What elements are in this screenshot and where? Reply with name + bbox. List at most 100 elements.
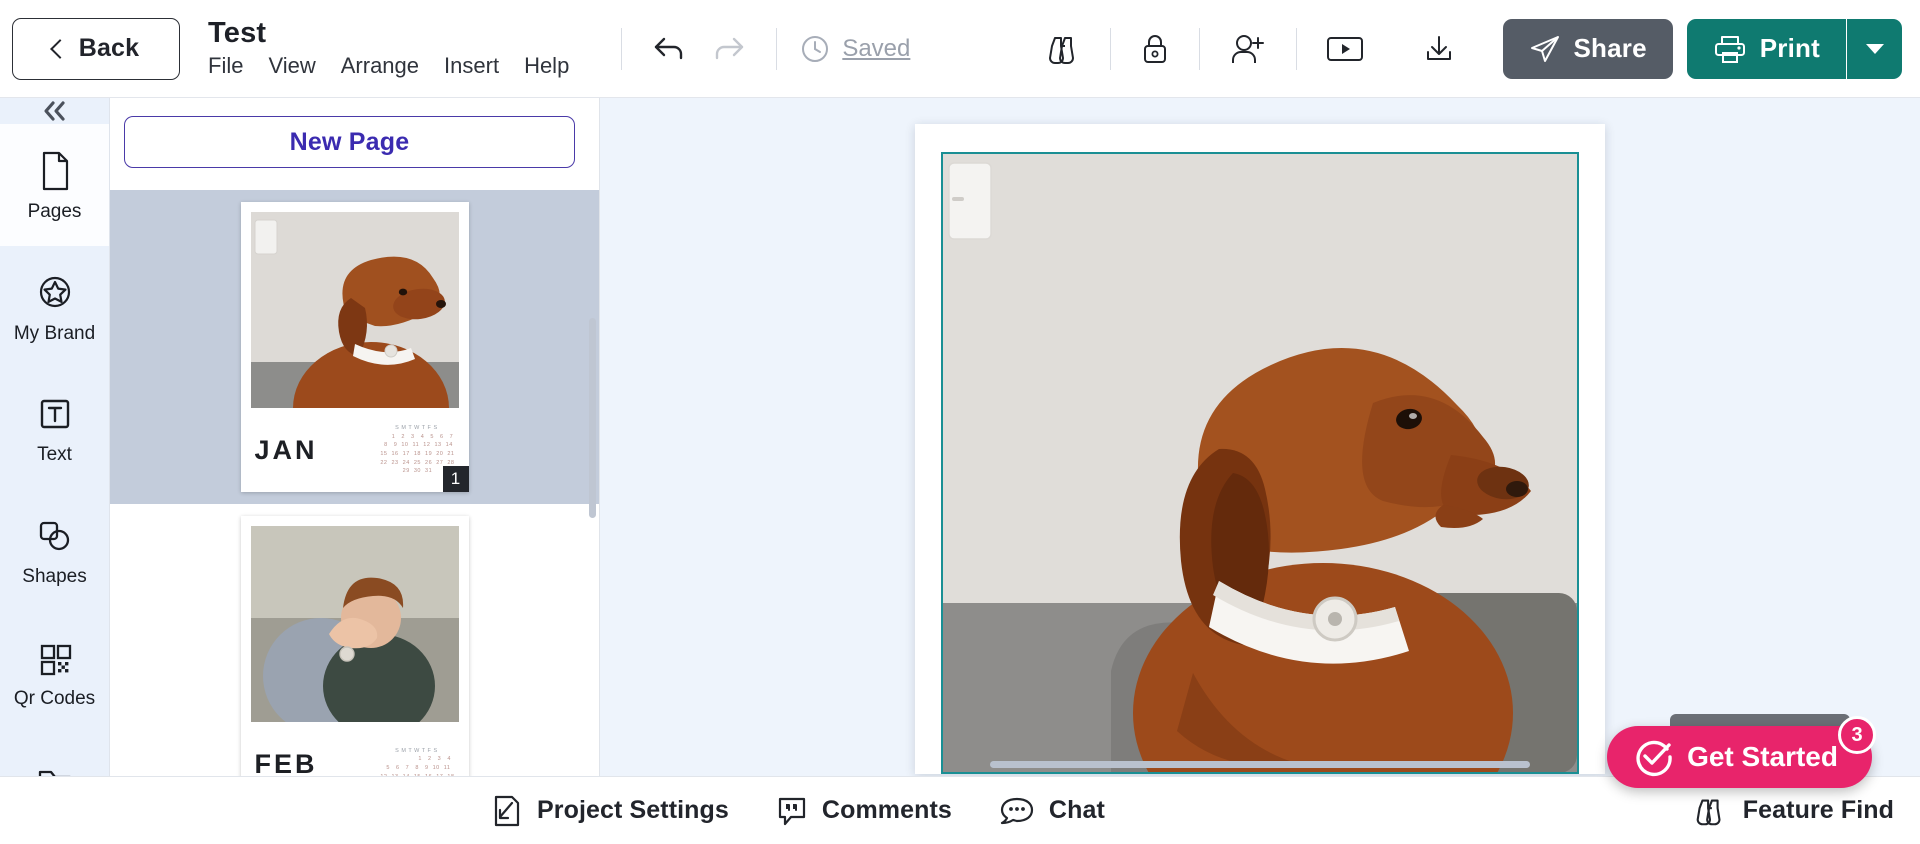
video-button[interactable] bbox=[1297, 31, 1393, 67]
pages-panel: New Page bbox=[110, 98, 600, 776]
folder-icon bbox=[33, 762, 77, 776]
thumbnail-month-label: JAN bbox=[255, 435, 318, 466]
feature-find-button[interactable]: Feature Find bbox=[1690, 793, 1894, 829]
sidebar-item-shapes[interactable]: Shapes bbox=[0, 490, 109, 612]
menu-item-file[interactable]: File bbox=[208, 53, 243, 79]
main-body: Pages My Brand Text bbox=[0, 98, 1920, 776]
add-user-button[interactable] bbox=[1200, 30, 1296, 68]
mini-calendar-week: 15 16 17 18 19 20 21 bbox=[378, 450, 454, 459]
feature-find-label: Feature Find bbox=[1743, 796, 1894, 825]
thumbnail-calendar-feb: FEB S M T W T F S 1 2 3 4 5 6 7 8 9 10 1… bbox=[241, 722, 469, 776]
redo-arrow-icon bbox=[708, 32, 748, 66]
back-button-label: Back bbox=[79, 34, 140, 63]
top-toolbar: Back Test File View Arrange Insert Help bbox=[0, 0, 1920, 98]
selected-image-frame[interactable] bbox=[941, 152, 1579, 774]
mini-calendar-week: 8 9 10 11 12 13 14 bbox=[378, 441, 454, 450]
mini-calendar-grid: S M T W T F S 1 2 3 4 5 6 7 8 9 10 11 12… bbox=[378, 747, 454, 776]
menu-item-insert[interactable]: Insert bbox=[444, 53, 499, 79]
undo-redo-group bbox=[644, 26, 754, 72]
canvas-horizontal-scrollbar[interactable] bbox=[990, 761, 1530, 768]
preview-button[interactable] bbox=[1016, 30, 1110, 68]
bottom-bar-right: Feature Find bbox=[1690, 793, 1894, 829]
star-circle-icon bbox=[33, 271, 77, 315]
sidebar-item-label-text: Text bbox=[37, 445, 72, 464]
page-icon bbox=[36, 149, 74, 193]
save-status[interactable]: Saved bbox=[799, 33, 910, 65]
project-settings-button[interactable]: Project Settings bbox=[490, 793, 729, 829]
toolbar-tools bbox=[1016, 28, 1485, 70]
lock-button[interactable] bbox=[1111, 29, 1199, 69]
undo-arrow-icon bbox=[650, 32, 690, 66]
add-user-icon bbox=[1226, 30, 1270, 68]
print-button[interactable]: Print bbox=[1687, 19, 1846, 79]
get-started-button[interactable]: Get Started 3 bbox=[1607, 726, 1872, 788]
page-thumbnail-jan[interactable]: JAN S M T W T F S 1 2 3 4 5 6 7 8 9 10 1… bbox=[241, 202, 469, 492]
printer-icon bbox=[1713, 33, 1747, 65]
chevron-left-icon bbox=[50, 39, 70, 59]
thumbnail-calendar-jan: JAN S M T W T F S 1 2 3 4 5 6 7 8 9 10 1… bbox=[241, 408, 469, 492]
menu-item-help[interactable]: Help bbox=[524, 53, 569, 79]
share-button[interactable]: Share bbox=[1503, 19, 1673, 79]
comments-button[interactable]: Comments bbox=[775, 793, 952, 829]
get-started-label: Get Started bbox=[1687, 741, 1838, 773]
toolbar-divider-2 bbox=[776, 28, 777, 70]
back-button[interactable]: Back bbox=[12, 18, 180, 80]
new-page-button[interactable]: New Page bbox=[124, 116, 575, 168]
document-title-block: Test File View Arrange Insert Help bbox=[208, 18, 569, 80]
binoculars-icon bbox=[1690, 793, 1730, 829]
page-thumbnail-row-2[interactable]: FEB S M T W T F S 1 2 3 4 5 6 7 8 9 10 1… bbox=[110, 504, 599, 776]
thumbnail-photo-feb bbox=[251, 526, 459, 722]
redo-button[interactable] bbox=[702, 26, 754, 72]
get-started-badge: 3 bbox=[1838, 716, 1876, 754]
project-settings-icon bbox=[490, 793, 524, 829]
chat-button[interactable]: Chat bbox=[998, 794, 1105, 828]
double-chevron-left-icon bbox=[36, 98, 74, 124]
save-status-label: Saved bbox=[842, 35, 910, 63]
print-dropdown-button[interactable] bbox=[1846, 19, 1902, 79]
pages-panel-scrollbar[interactable] bbox=[589, 318, 596, 518]
toolbar-divider bbox=[621, 28, 622, 70]
page-thumbnail-list[interactable]: JAN S M T W T F S 1 2 3 4 5 6 7 8 9 10 1… bbox=[110, 190, 599, 776]
sidebar-item-text[interactable]: Text bbox=[0, 368, 109, 490]
collapse-rail-button[interactable] bbox=[0, 98, 109, 124]
menu-item-view[interactable]: View bbox=[268, 53, 315, 79]
mini-calendar-headers: S M T W T F S bbox=[378, 747, 454, 756]
preview-binoculars-icon bbox=[1042, 30, 1084, 68]
bottom-bar-items: Project Settings Comments Chat bbox=[490, 793, 1105, 829]
sidebar-item-label-my-brand: My Brand bbox=[14, 324, 95, 343]
canvas-page[interactable] bbox=[915, 124, 1605, 774]
page-title: Test bbox=[208, 18, 569, 48]
comment-quote-icon bbox=[775, 793, 809, 829]
print-button-label: Print bbox=[1760, 33, 1820, 64]
sidebar-item-my-brand[interactable]: My Brand bbox=[0, 246, 109, 368]
shapes-icon bbox=[32, 516, 78, 558]
page-thumbnail-row-1[interactable]: JAN S M T W T F S 1 2 3 4 5 6 7 8 9 10 1… bbox=[110, 190, 599, 504]
qr-code-icon bbox=[34, 638, 76, 680]
sidebar-item-my-images[interactable]: My Images bbox=[0, 734, 109, 776]
canvas-area[interactable] bbox=[600, 98, 1920, 776]
share-button-label: Share bbox=[1574, 33, 1647, 64]
page-thumbnail-feb[interactable]: FEB S M T W T F S 1 2 3 4 5 6 7 8 9 10 1… bbox=[241, 516, 469, 776]
new-page-wrapper: New Page bbox=[110, 98, 599, 190]
sidebar-item-label-shapes: Shapes bbox=[22, 567, 86, 586]
text-box-icon bbox=[34, 394, 76, 436]
clock-icon bbox=[799, 33, 831, 65]
sidebar-item-label-pages: Pages bbox=[28, 202, 82, 221]
download-button[interactable] bbox=[1393, 30, 1485, 68]
left-rail: Pages My Brand Text bbox=[0, 98, 110, 776]
project-settings-label: Project Settings bbox=[537, 796, 729, 825]
comments-label: Comments bbox=[822, 796, 952, 825]
menu-bar: File View Arrange Insert Help bbox=[208, 53, 569, 79]
couple-photo-thumb bbox=[251, 526, 459, 722]
dog-photo-thumb bbox=[251, 212, 459, 408]
dog-photo-large bbox=[943, 154, 1577, 772]
print-button-group: Print bbox=[1687, 19, 1902, 79]
check-circle-icon bbox=[1633, 737, 1673, 777]
sidebar-item-qr-codes[interactable]: Qr Codes bbox=[0, 612, 109, 734]
paper-plane-icon bbox=[1529, 34, 1561, 64]
sidebar-item-pages[interactable]: Pages bbox=[0, 124, 109, 246]
undo-button[interactable] bbox=[644, 26, 696, 72]
menu-item-arrange[interactable]: Arrange bbox=[341, 53, 419, 79]
download-icon bbox=[1419, 30, 1459, 68]
page-number-badge: 1 bbox=[443, 466, 469, 492]
